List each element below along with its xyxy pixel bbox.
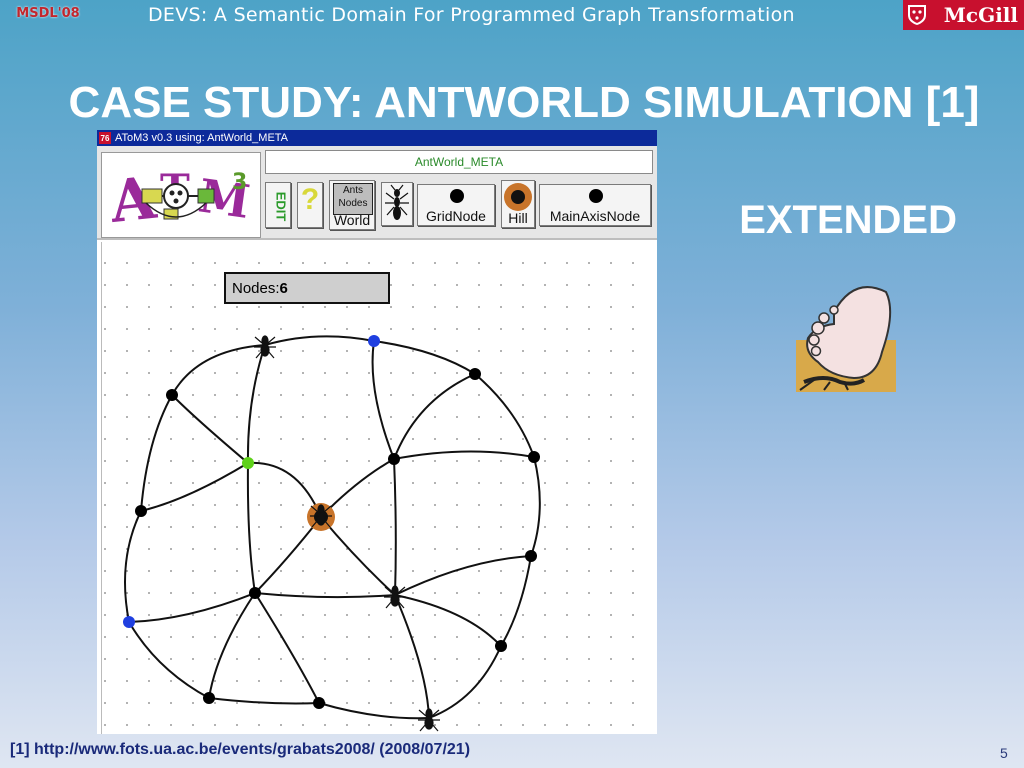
ant-icon [384, 585, 406, 609]
page-number: 5 [1000, 745, 1008, 761]
edge [254, 516, 322, 594]
edge [124, 510, 142, 623]
edge [254, 592, 396, 599]
edge [246, 344, 266, 464]
ant-icon [418, 708, 440, 732]
grid-node [203, 692, 215, 704]
grid-node [528, 451, 540, 463]
mcgill-logo: McGill [903, 0, 1024, 30]
edge [394, 555, 532, 596]
graph-nodes [123, 335, 540, 709]
edge [320, 516, 396, 596]
grid-node [495, 640, 507, 652]
edge [428, 645, 502, 719]
footnote-reference[interactable]: [1] http://www.fots.ua.ac.be/events/grab… [10, 741, 470, 759]
university-name: McGill [943, 3, 1018, 27]
edge [474, 373, 535, 458]
ants [254, 335, 440, 732]
edge [264, 335, 375, 346]
antworld-graph [123, 335, 541, 732]
edge [171, 344, 266, 396]
edge [393, 458, 397, 596]
edge [371, 340, 395, 460]
grid-node [469, 368, 481, 380]
header-title: DEVS: A Semantic Domain For Programmed G… [148, 4, 795, 26]
atom3-window: 76 AToM3 v0.3 using: AntWorld_META A T M… [97, 130, 657, 734]
edge [140, 394, 173, 512]
edge [208, 697, 320, 705]
edge [140, 462, 249, 512]
grid-node [313, 697, 325, 709]
grid-node [135, 505, 147, 517]
edge [393, 373, 476, 460]
selected-node [242, 457, 254, 469]
foot-stomping-ant-image [796, 286, 896, 392]
main-axis-node [368, 335, 380, 347]
edge [128, 592, 256, 623]
edge [393, 450, 535, 460]
edge [394, 594, 430, 719]
conference-label: MSDL'08 [16, 6, 80, 21]
edge [128, 621, 210, 699]
grid-node [249, 587, 261, 599]
main-axis-node [123, 616, 135, 628]
edge [246, 462, 256, 594]
extended-label: EXTENDED [739, 198, 957, 242]
slide-title: CASE STUDY: ANTWORLD SIMULATION [1] [68, 78, 980, 127]
edge [171, 394, 249, 464]
ant-icon [254, 335, 276, 359]
header-bar: MSDL'08 DEVS: A Semantic Domain For Prog… [0, 0, 1024, 32]
edge [500, 555, 532, 647]
crest-icon [908, 5, 926, 25]
edge [530, 456, 541, 557]
edge [208, 592, 256, 699]
grid-node [388, 453, 400, 465]
graph-edges [124, 335, 541, 720]
edge [318, 702, 430, 720]
edge [254, 592, 320, 704]
grid-node [525, 550, 537, 562]
edge [373, 340, 476, 375]
grid-node [166, 389, 178, 401]
